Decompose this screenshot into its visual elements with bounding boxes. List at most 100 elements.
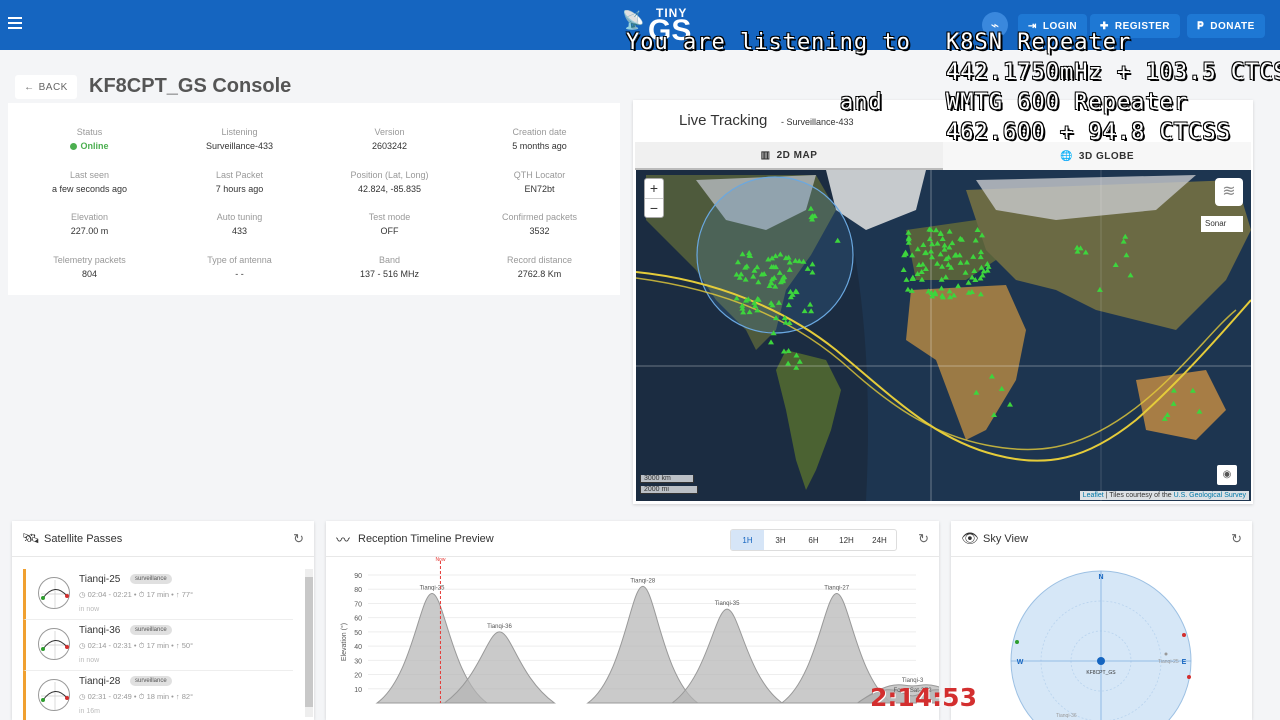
- arrow-left-icon: ←: [24, 81, 35, 93]
- pass-max-elevation: 82°: [181, 692, 194, 701]
- pass-duration: 17 min: [146, 590, 170, 599]
- info-value: 433: [231, 226, 248, 236]
- globe-icon: 🌐: [1059, 150, 1073, 162]
- pass-satellite-name: Tianqi-36: [79, 625, 121, 636]
- locate-icon[interactable]: ◉: [1217, 465, 1237, 485]
- reception-timeline-panel: 〰 Reception Timeline Preview 1H 3H 6H 12H 24…: [326, 521, 939, 720]
- pass-satellite-name: Tianqi-28: [79, 676, 121, 687]
- pass-eta: in now: [79, 657, 100, 664]
- info-cell: Last Packet 7 hours ago: [163, 170, 316, 194]
- timeline-title: Reception Timeline Preview: [358, 533, 494, 545]
- info-cell: Band 137 - 516 MHz: [313, 255, 466, 279]
- back-button[interactable]: ← BACK: [15, 75, 77, 99]
- range-option-3h[interactable]: 3H: [764, 530, 797, 550]
- attribution-text: | Tiles courtesy of the: [1105, 492, 1172, 499]
- info-cell: QTH Locator EN72bt: [463, 170, 616, 194]
- timeline-chart: 10 20 30 40 50 60 70 80 90 Elevation (°) Tianqi-25…: [340, 557, 939, 704]
- info-value: a few seconds ago: [51, 183, 128, 194]
- pass-details: ◷ 02:04 - 02:21 • ⏱ 17 min • ↑ 77°: [79, 590, 194, 599]
- back-label: BACK: [38, 81, 68, 93]
- y-tick-label: 90: [354, 573, 362, 580]
- range-option-12h[interactable]: 12H: [830, 530, 863, 550]
- pass-elevation-area[interactable]: [670, 608, 784, 704]
- info-label: Listening: [221, 127, 258, 137]
- info-cell: Confirmed packets 3532: [463, 212, 616, 236]
- map-canvas[interactable]: [636, 170, 1251, 501]
- timer-icon: ⏱: [138, 692, 147, 701]
- refresh-icon[interactable]: ↻: [293, 531, 304, 547]
- info-label: Last Packet: [215, 169, 264, 180]
- time-range-toggle: 1H 3H 6H 12H 24H: [730, 529, 897, 551]
- range-option-1h[interactable]: 1H: [731, 530, 764, 550]
- scale-mi: 2000 mi: [640, 486, 698, 494]
- y-tick-label: 70: [354, 601, 362, 608]
- clock-icon: ◷: [79, 692, 88, 701]
- clock-icon: ◷: [79, 590, 88, 599]
- station-info-card: Status Online Listening Surveillance-433 Ver…: [8, 103, 620, 295]
- info-value: 2603242: [371, 141, 408, 151]
- y-tick-label: 10: [354, 687, 362, 694]
- sky-header: 👁 Sky View ↻: [951, 521, 1252, 557]
- hamburger-menu-icon[interactable]: [8, 17, 22, 31]
- pass-list-item[interactable]: Tianqi-36 surveillance ◷ 02:14 - 02:31 • ⏱…: [23, 620, 293, 671]
- layer-option-sonar[interactable]: Sonar: [1201, 216, 1243, 232]
- sat-marker-grey: [1164, 652, 1168, 656]
- y-tick-label: 60: [354, 616, 362, 623]
- passes-header: 🛰 Satellite Passes ↻: [12, 521, 314, 557]
- overlay-line1-right: K8SN Repeater: [946, 30, 1132, 55]
- pass-duration: 18 min: [146, 692, 170, 701]
- range-option-6h[interactable]: 6H: [797, 530, 830, 550]
- pass-category-badge: surveillance: [130, 676, 172, 686]
- info-value: 42.824, -85.835: [357, 183, 422, 194]
- layers-icon[interactable]: ≋: [1215, 178, 1243, 206]
- info-value: 804: [81, 268, 98, 279]
- info-label: Test mode: [368, 212, 411, 222]
- map-attribution: Leaflet | Tiles courtesy of the U.S. Geo…: [1079, 491, 1249, 500]
- pass-radar-icon: [38, 679, 70, 711]
- zoom-in-button[interactable]: +: [645, 179, 663, 198]
- scrollbar-thumb[interactable]: [305, 577, 313, 707]
- y-tick-label: 30: [354, 658, 362, 665]
- tab-3d-globe[interactable]: 🌐 3D GLOBE: [943, 142, 1251, 170]
- world-map[interactable]: + − ≋ Sonar 3000 km 2000 mi ◉ Leaflet | …: [636, 170, 1251, 501]
- info-cell: Record distance 2762.8 Km: [463, 255, 616, 279]
- info-value: OFF: [380, 226, 399, 236]
- passes-title: Satellite Passes: [44, 533, 123, 545]
- map-icon: ▥: [760, 149, 771, 161]
- status-value: Online: [80, 141, 109, 151]
- scale-km: 3000 km: [640, 475, 694, 483]
- live-tracking-subtitle: - Surveillance-433: [781, 117, 854, 127]
- sat-marker-red-1: [1182, 633, 1186, 637]
- usgs-link[interactable]: U.S. Geological Survey: [1174, 492, 1246, 499]
- pass-list-item[interactable]: Tianqi-25 surveillance ◷ 02:04 - 02:21 • ⏱…: [23, 569, 293, 620]
- online-status-dot: [70, 143, 78, 150]
- refresh-icon[interactable]: ↻: [1231, 531, 1242, 547]
- pass-list-item[interactable]: Tianqi-28 surveillance ◷ 02:31 - 02:49 • ⏱…: [23, 671, 293, 720]
- sky-polar-plot: N E W KF8CPT_GS Tianqi-25 Tianqi-36: [1010, 570, 1192, 720]
- page-title: KF8CPT_GS Console: [89, 75, 292, 97]
- refresh-icon[interactable]: ↻: [918, 531, 929, 547]
- pass-max-elevation: 50°: [181, 641, 194, 650]
- passes-scrollbar[interactable]: [305, 569, 313, 717]
- donate-button[interactable]: 𝐏 DONATE: [1187, 14, 1265, 38]
- info-cell: Elevation 227.00 m: [13, 212, 166, 236]
- north-label: N: [1098, 574, 1103, 581]
- info-label: Record distance: [506, 254, 573, 265]
- pass-satellite-name: Tianqi-25: [79, 574, 121, 585]
- pass-details: ◷ 02:31 - 02:49 • ⏱ 18 min • ↑ 82°: [79, 692, 194, 701]
- pass-window: 02:04 - 02:21: [87, 590, 132, 599]
- leaflet-link[interactable]: Leaflet: [1083, 492, 1104, 499]
- range-option-24h[interactable]: 24H: [863, 530, 896, 550]
- zoom-out-button[interactable]: −: [645, 198, 663, 217]
- overlay-line2-right: 442.1750mHz + 103.5 CTCSS: [946, 60, 1280, 85]
- sky-title: Sky View: [983, 533, 1029, 545]
- tab-2d-map[interactable]: ▥ 2D MAP: [635, 142, 943, 170]
- pass-window: 02:31 - 02:49: [87, 692, 132, 701]
- overlay-line3-left: and: [840, 90, 883, 115]
- east-label: E: [1182, 659, 1187, 666]
- info-value: - -: [235, 268, 244, 279]
- pass-peak-label: Tianqi-25: [420, 585, 445, 591]
- info-label: Status: [76, 127, 103, 137]
- eye-icon: 👁: [961, 530, 979, 546]
- info-label: Last seen: [69, 169, 110, 180]
